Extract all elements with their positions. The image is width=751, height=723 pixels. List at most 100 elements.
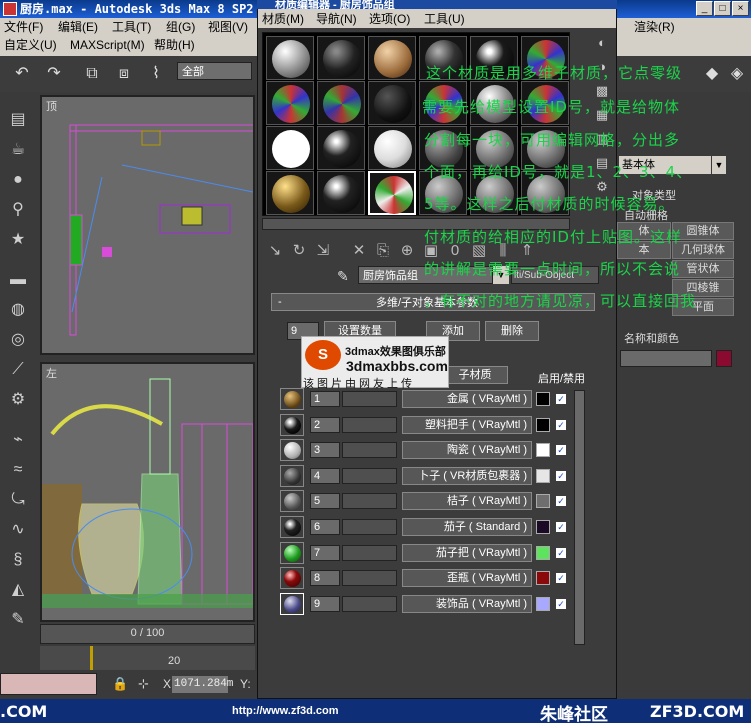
sub-material-id[interactable]: 6: [310, 519, 340, 535]
sort-by-material-button[interactable]: 子材质: [442, 366, 508, 384]
bind-space-warp-icon[interactable]: ⌇: [144, 62, 168, 86]
sub-material-id[interactable]: 5: [310, 493, 340, 510]
wave-icon[interactable]: ≈: [6, 458, 30, 482]
sub-material-enable-checkbox[interactable]: ✓: [556, 394, 566, 404]
footer-url[interactable]: http://www.zf3d.com: [232, 705, 339, 717]
maxscript-listener[interactable]: [0, 673, 97, 695]
sub-material-color-swatch[interactable]: [536, 417, 550, 432]
box-icon[interactable]: ▬: [6, 268, 30, 292]
me-menu-material[interactable]: 材质(M): [262, 10, 304, 27]
make-copy-icon[interactable]: ⎘: [372, 241, 394, 261]
menu-file[interactable]: 文件(F): [4, 19, 43, 36]
sample-slot[interactable]: [266, 81, 314, 125]
assign-to-selection-icon[interactable]: ⇲: [312, 241, 334, 261]
sample-slot[interactable]: [368, 126, 416, 170]
lamp-icon[interactable]: ⚲: [6, 198, 30, 222]
menu-help[interactable]: 帮助(H): [154, 37, 195, 54]
object-color-swatch[interactable]: [716, 350, 732, 367]
sample-type-icon[interactable]: ◐: [593, 34, 611, 52]
track-bar[interactable]: 20: [40, 646, 255, 670]
close-button[interactable]: ×: [732, 1, 749, 16]
teapot-icon[interactable]: ☕: [6, 138, 30, 162]
star-icon[interactable]: ★: [6, 228, 30, 252]
undo-icon[interactable]: ↶: [10, 62, 34, 86]
menu-maxscript[interactable]: MAXScript(M): [70, 37, 145, 54]
sample-slot[interactable]: [266, 171, 314, 215]
sub-material-enable-checkbox[interactable]: ✓: [556, 445, 566, 456]
sub-material-enable-checkbox[interactable]: ✓: [556, 419, 566, 430]
menu-edit[interactable]: 编辑(E): [58, 19, 98, 36]
sub-material-color-swatch[interactable]: [536, 571, 550, 586]
delete-button[interactable]: 删除: [485, 321, 539, 341]
name-and-color-rollout[interactable]: 名称和颜色: [624, 330, 679, 346]
object-name-field[interactable]: [620, 350, 712, 367]
sub-material-button[interactable]: 陶瓷 ( VRayMtl ): [402, 441, 532, 460]
sub-material-button[interactable]: 茄子 ( Standard ): [402, 518, 532, 536]
sub-material-name-field[interactable]: [342, 416, 397, 433]
bend-icon[interactable]: ⤿: [6, 488, 30, 512]
get-material-icon[interactable]: ↘: [264, 241, 286, 261]
sub-material-button[interactable]: 装饰品 ( VRayMtl ): [402, 594, 532, 613]
viewport-top[interactable]: 顶: [40, 95, 255, 355]
menu-tools[interactable]: 工具(T): [112, 19, 151, 36]
quick-render-icon[interactable]: ◈: [725, 62, 749, 86]
sub-material-enable-checkbox[interactable]: ✓: [556, 470, 566, 481]
sample-slot[interactable]: [317, 36, 365, 80]
x-coord-field[interactable]: 1071.284m: [172, 676, 233, 693]
sub-material-button[interactable]: 桔子 ( VRayMtl ): [402, 492, 532, 511]
sub-material-name-field[interactable]: [342, 544, 397, 561]
redo-icon[interactable]: ↷: [42, 62, 66, 86]
hose-icon[interactable]: ⌁: [6, 428, 30, 452]
sub-material-id[interactable]: 4: [310, 467, 340, 484]
shape-icon[interactable]: ◭: [6, 578, 30, 602]
sample-slot[interactable]: [266, 36, 314, 80]
helix-icon[interactable]: §: [6, 548, 30, 572]
sub-material-id[interactable]: 1: [310, 391, 340, 407]
me-menu-utilities[interactable]: 工具(U): [424, 10, 465, 27]
sub-material-enable-checkbox[interactable]: ✓: [556, 496, 566, 507]
sub-material-name-field[interactable]: [342, 493, 397, 510]
twist-icon[interactable]: ∿: [6, 518, 30, 542]
make-unique-icon[interactable]: ⊕: [396, 241, 418, 261]
sample-slot[interactable]: [266, 126, 314, 170]
maximize-button[interactable]: □: [714, 1, 731, 16]
sub-material-name-field[interactable]: [342, 570, 397, 587]
render-icon[interactable]: ◆: [700, 62, 724, 86]
sub-material-id[interactable]: 3: [310, 442, 340, 459]
sub-material-color-swatch[interactable]: [536, 468, 550, 483]
sub-material-name-field[interactable]: [342, 391, 397, 407]
lock-icon[interactable]: 🔒: [112, 676, 128, 692]
sub-material-color-swatch[interactable]: [536, 596, 550, 611]
sub-material-button[interactable]: 金属 ( VRayMtl ): [402, 390, 532, 408]
sub-material-id[interactable]: 2: [310, 416, 340, 433]
selection-filter-dropdown[interactable]: 全部: [177, 62, 252, 80]
menu-rendering[interactable]: 渲染(R): [634, 19, 675, 36]
sample-slot[interactable]: [368, 36, 416, 80]
sub-material-name-field[interactable]: [342, 467, 397, 484]
sample-slot-selected[interactable]: [368, 171, 416, 215]
sub-material-scrollbar[interactable]: [574, 390, 585, 645]
sub-material-name-field[interactable]: [342, 519, 397, 535]
select-icon[interactable]: ▤: [6, 108, 30, 132]
sample-slot[interactable]: [317, 171, 365, 215]
unlink-icon[interactable]: ⧈: [112, 62, 136, 86]
sphere-icon[interactable]: ●: [6, 168, 30, 192]
me-menu-navigation[interactable]: 导航(N): [316, 10, 357, 27]
app-icon[interactable]: [3, 2, 17, 16]
menu-views[interactable]: 视图(V): [208, 19, 248, 36]
sub-material-enable-checkbox[interactable]: ✓: [556, 573, 566, 584]
transform-mode-icon[interactable]: ⊹: [138, 676, 149, 692]
put-to-scene-icon[interactable]: ↻: [288, 241, 310, 261]
sub-material-name-field[interactable]: [342, 595, 397, 612]
sub-material-id[interactable]: 9: [310, 595, 340, 612]
sub-material-enable-checkbox[interactable]: ✓: [556, 547, 566, 558]
sub-material-button[interactable]: 茄子把 ( VRayMtl ): [402, 543, 532, 562]
sub-material-button[interactable]: 卜子 ( VR材质包裹器 ): [402, 466, 532, 485]
torus-icon[interactable]: ◎: [6, 328, 30, 352]
sub-material-color-swatch[interactable]: [536, 392, 550, 406]
viewport-left[interactable]: 左: [40, 362, 255, 622]
sub-material-name-field[interactable]: [342, 442, 397, 459]
sub-material-enable-checkbox[interactable]: ✓: [556, 598, 566, 609]
sub-material-color-swatch[interactable]: [536, 545, 550, 560]
sub-material-color-swatch[interactable]: [536, 443, 550, 458]
